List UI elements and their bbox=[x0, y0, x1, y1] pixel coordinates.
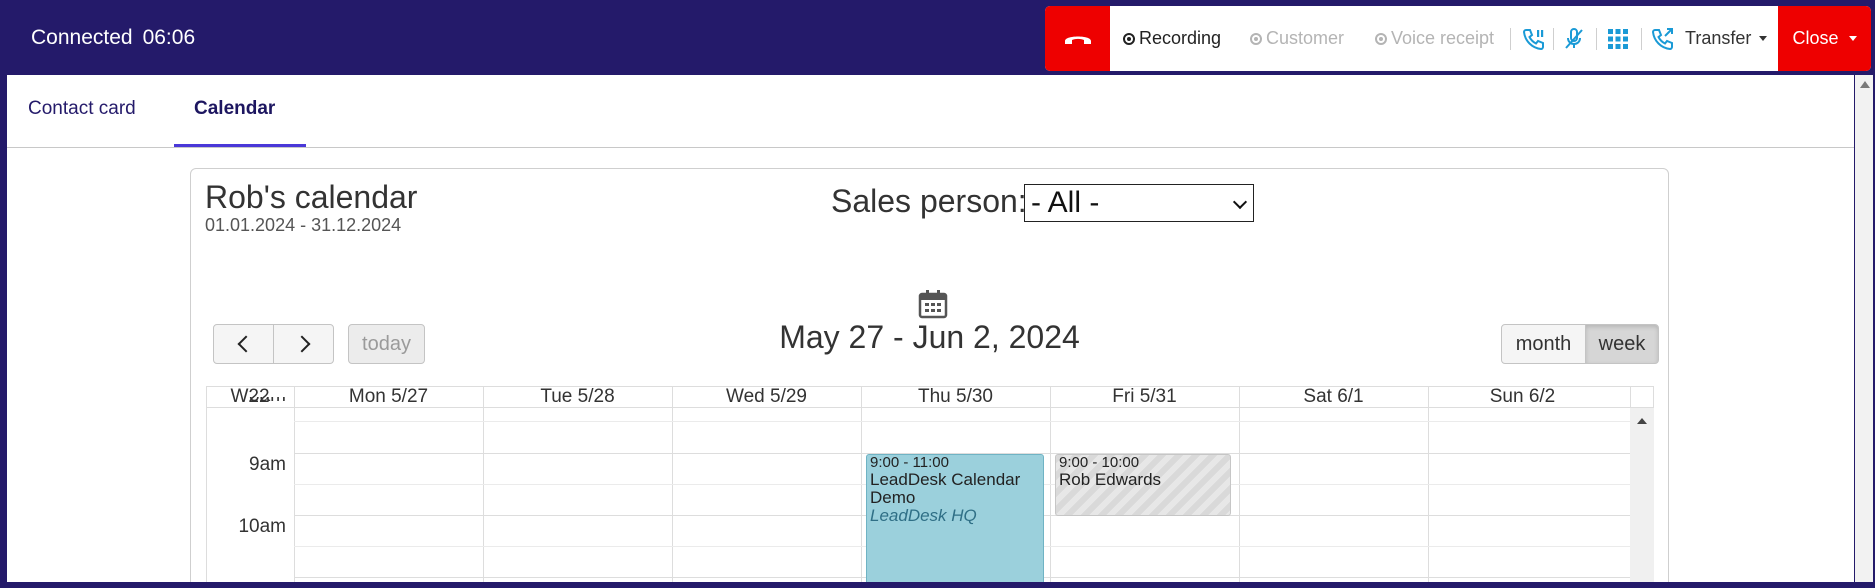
transfer-label: Transfer bbox=[1685, 28, 1752, 48]
next-week-button[interactable] bbox=[273, 324, 334, 364]
week-view-button[interactable]: week bbox=[1585, 324, 1659, 364]
calendar-title: Rob's calendar bbox=[205, 179, 418, 215]
radio-dot-icon bbox=[1250, 32, 1262, 45]
toolbar-divider bbox=[1596, 28, 1597, 50]
scroll-up-icon bbox=[1860, 81, 1870, 88]
event-title: Rob Edwards bbox=[1059, 470, 1162, 489]
calendar-panel: Rob's calendar 01.01.2024 - 31.12.2024 S… bbox=[190, 168, 1669, 582]
calendar-icon bbox=[918, 290, 948, 319]
time-label-9am: 9am bbox=[249, 454, 286, 475]
page-scrollbar[interactable] bbox=[1855, 75, 1873, 582]
voice-receipt-toggle[interactable]: Voice receipt bbox=[1375, 6, 1494, 71]
prev-week-button[interactable] bbox=[213, 324, 274, 364]
event-time: 9:00 - 11:00 bbox=[870, 454, 949, 471]
dialpad-button[interactable] bbox=[1603, 6, 1633, 71]
time-label-8am-text: 8am bbox=[249, 397, 286, 405]
recording-toggle[interactable]: Recording bbox=[1123, 6, 1221, 71]
chevron-down-icon bbox=[1848, 36, 1857, 41]
grid-line bbox=[206, 386, 207, 582]
mute-button[interactable] bbox=[1559, 6, 1589, 71]
chevron-right-icon bbox=[293, 335, 310, 353]
day-header-thu: Thu 5/30 bbox=[918, 386, 993, 407]
time-label-10am: 10am bbox=[238, 516, 286, 537]
hold-icon bbox=[1522, 28, 1544, 50]
chevron-down-icon bbox=[1759, 36, 1768, 41]
tab-calendar[interactable]: Calendar bbox=[194, 98, 275, 120]
tab-contact-card[interactable]: Contact card bbox=[28, 98, 136, 120]
calendar-event[interactable]: 9:00 - 11:00 LeadDesk Calendar Demo Lead… bbox=[866, 454, 1044, 582]
toolbar-divider bbox=[1553, 28, 1554, 50]
day-header-sun: Sun 6/2 bbox=[1489, 386, 1556, 407]
transfer-icon bbox=[1651, 27, 1673, 50]
customer-toggle[interactable]: Customer bbox=[1250, 6, 1344, 71]
toolbar-divider bbox=[1510, 28, 1511, 50]
day-header-sat: Sat 6/1 bbox=[1303, 386, 1364, 407]
close-button[interactable]: Close bbox=[1778, 6, 1871, 71]
day-header-fri: Fri 5/31 bbox=[1112, 386, 1177, 407]
day-header-tue: Tue 5/28 bbox=[540, 386, 615, 407]
event-time: 9:00 - 10:00 bbox=[1059, 454, 1140, 471]
chevron-left-icon bbox=[237, 335, 254, 353]
toolbar-divider bbox=[1641, 28, 1642, 50]
grid-line bbox=[294, 421, 1630, 422]
month-view-button[interactable]: month bbox=[1501, 324, 1586, 364]
event-location: LeadDesk HQ bbox=[870, 506, 977, 525]
day-header-wed: Wed 5/29 bbox=[726, 386, 807, 407]
chevron-down-icon bbox=[1232, 194, 1248, 210]
radio-dot-icon bbox=[1123, 32, 1135, 45]
mute-mic-icon bbox=[1565, 27, 1583, 49]
calendar-date-range: 01.01.2024 - 31.12.2024 bbox=[205, 215, 402, 235]
call-toolbar: Recording Customer Voice receipt Transfe… bbox=[1045, 6, 1871, 71]
time-label-8am: 8am bbox=[206, 397, 286, 405]
call-status-text: Connected bbox=[31, 26, 133, 49]
week-grid: W22 Mon 5/27 Tue 5/28 Wed 5/29 Thu 5/30 … bbox=[206, 386, 1654, 582]
sales-person-select[interactable]: - All - bbox=[1024, 184, 1254, 222]
grid-scrollbar[interactable] bbox=[1630, 408, 1654, 582]
sales-person-value: - All - bbox=[1031, 186, 1100, 219]
calendar-event[interactable]: 9:00 - 10:00 Rob Edwards bbox=[1055, 454, 1231, 516]
recording-label: Recording bbox=[1139, 28, 1222, 48]
tab-divider bbox=[7, 147, 1854, 148]
day-header-mon: Mon 5/27 bbox=[348, 386, 429, 407]
dialpad-icon bbox=[1608, 28, 1628, 49]
close-label: Close bbox=[1792, 28, 1839, 48]
hangup-icon bbox=[1064, 36, 1091, 44]
voice-receipt-label: Voice receipt bbox=[1391, 28, 1495, 48]
call-timer: 06:06 bbox=[142, 26, 196, 49]
call-status: Connected 06:06 bbox=[31, 26, 195, 50]
transfer-button[interactable]: Transfer bbox=[1651, 6, 1768, 71]
hangup-button[interactable] bbox=[1045, 6, 1110, 71]
radio-dot-icon bbox=[1375, 32, 1387, 45]
event-title: LeadDesk Calendar Demo bbox=[870, 470, 1021, 507]
sales-person-label: Sales person: bbox=[831, 183, 1027, 219]
customer-label: Customer bbox=[1266, 28, 1345, 48]
today-button[interactable]: today bbox=[348, 324, 425, 364]
call-topbar: Connected 06:06 Recording Customer Voice … bbox=[0, 0, 1875, 75]
main-panel: Contact card Calendar Rob's calendar 01.… bbox=[7, 75, 1854, 582]
scroll-up-icon bbox=[1637, 418, 1647, 424]
hold-button[interactable] bbox=[1519, 6, 1549, 71]
